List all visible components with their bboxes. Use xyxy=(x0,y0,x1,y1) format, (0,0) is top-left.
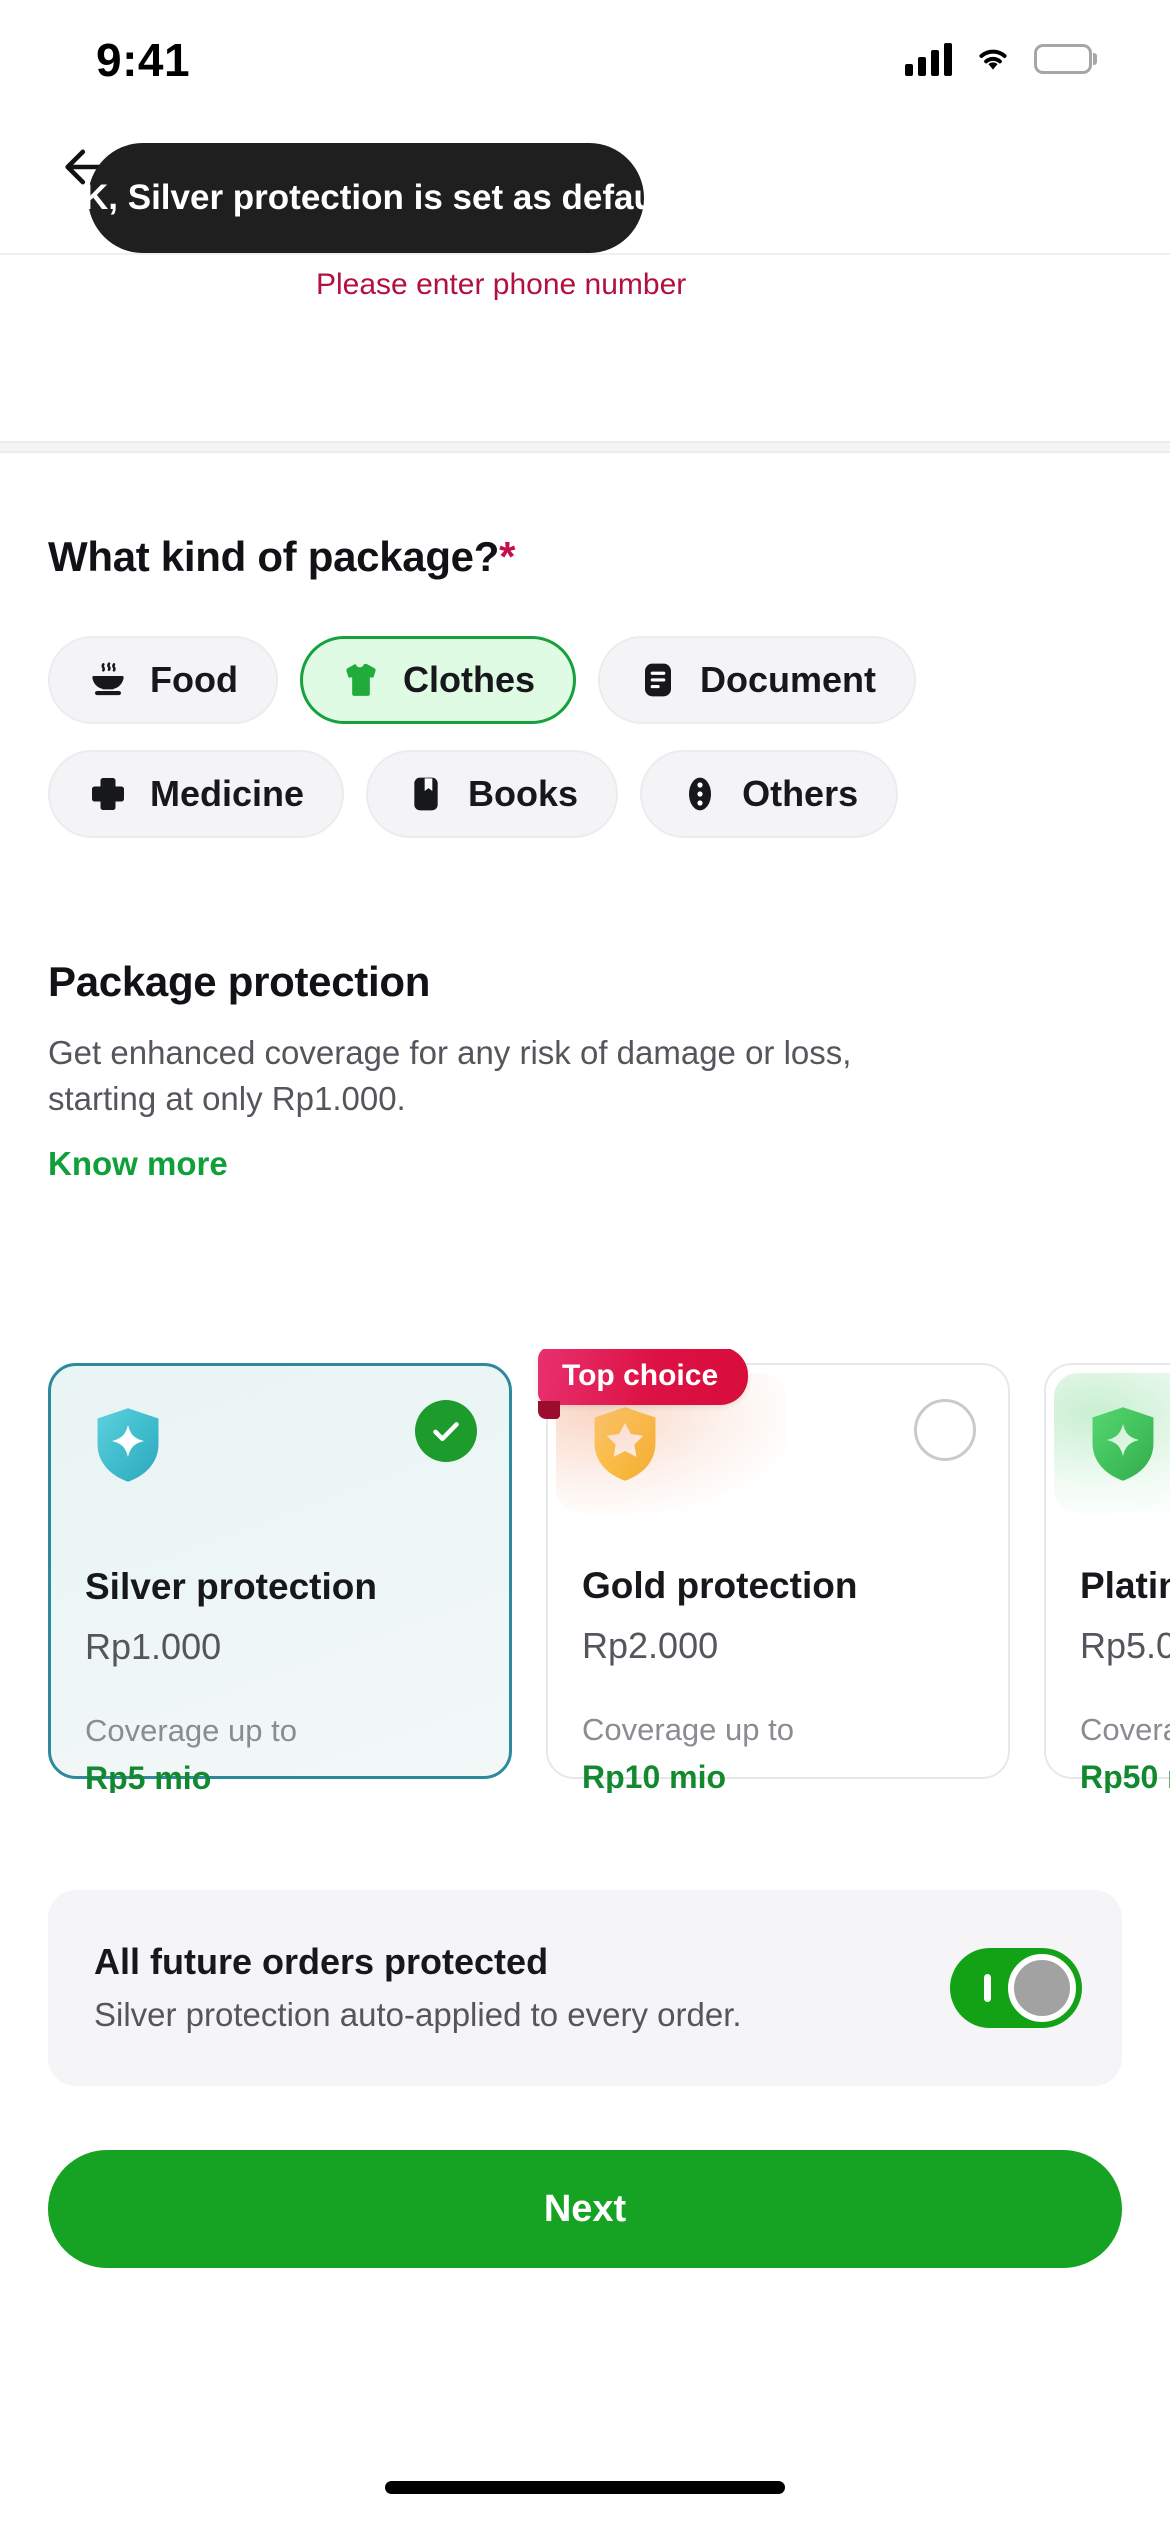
plan-coverage-value-silver: Rp5 mio xyxy=(85,1759,212,1793)
plan-card-silver[interactable]: Silver protection Rp1.000 Coverage up to… xyxy=(48,1363,512,1793)
future-orders-row: All future orders protected Silver prote… xyxy=(48,1890,1122,2086)
next-button[interactable]: Next xyxy=(48,2150,1122,2268)
chip-food-label: Food xyxy=(150,658,238,700)
plan-name-silver: Silver protection xyxy=(85,1566,377,1607)
toggle-on-indicator xyxy=(984,1974,991,2002)
chip-clothes-label: Clothes xyxy=(402,658,535,700)
plan-price-silver: Rp1.000 xyxy=(85,1625,222,1667)
package-protection-section: Package protection Get enhanced coverage… xyxy=(48,958,1122,1184)
check-icon xyxy=(433,1422,459,1442)
plan-radio-silver[interactable] xyxy=(415,1400,477,1462)
package-protection-title: Package protection xyxy=(48,957,431,1005)
chip-books-label: Books xyxy=(468,772,579,814)
phone-screen: 9:41 OK, Silver protection is set as def… xyxy=(0,0,1170,2532)
chip-medicine-label: Medicine xyxy=(150,772,305,814)
toast-message: OK, Silver protection is set as default xyxy=(55,178,677,217)
plan-coverage-label-gold: Coverage up to xyxy=(582,1711,794,1747)
toggle-knob xyxy=(1008,1954,1076,2022)
wifi-icon xyxy=(972,41,1014,78)
future-orders-title: All future orders protected xyxy=(94,1941,549,1983)
protection-plans-carousel[interactable]: Silver protection Rp1.000 Coverage up to… xyxy=(0,1349,1170,1793)
medical-cross-icon xyxy=(88,774,128,814)
plan-coverage-value-gold: Rp10 mio xyxy=(582,1758,727,1793)
plan-radio-gold[interactable] xyxy=(914,1399,976,1461)
package-type-title-text: What kind of package? xyxy=(48,533,500,580)
document-icon xyxy=(638,660,678,700)
plan-coverage-label-silver: Coverage up to xyxy=(85,1712,297,1748)
plan-name-gold: Gold protection xyxy=(582,1565,858,1606)
plan-coverage-label-platinum: Coverage up to xyxy=(1080,1711,1170,1747)
phone-field-row: Please enter phone number xyxy=(0,253,1170,341)
status-bar: 9:41 xyxy=(0,0,1170,112)
chip-clothes[interactable]: Clothes xyxy=(299,635,576,724)
future-orders-subtitle: Silver protection auto-applied to every … xyxy=(94,1996,742,2034)
chip-document-label: Document xyxy=(699,658,876,700)
chip-others-label: Others xyxy=(742,772,859,814)
package-type-chip-group: Food Clothes Document Medicine Books Oth… xyxy=(48,635,1122,838)
main-content: What kind of package?* Food Clothes Docu… xyxy=(0,453,1170,1184)
protection-plans-row: Silver protection Rp1.000 Coverage up to… xyxy=(48,1349,1170,1793)
chip-others[interactable]: Others xyxy=(640,749,899,838)
plan-card-platinum[interactable]: Platinum protection Rp5.000 Coverage up … xyxy=(1044,1363,1170,1793)
status-icons xyxy=(905,35,1092,78)
gold-shield-star-icon xyxy=(594,1407,656,1481)
book-icon xyxy=(406,774,446,814)
section-divider xyxy=(0,441,1170,453)
top-choice-badge-label: Top choice xyxy=(562,1359,719,1392)
top-choice-badge: Top choice xyxy=(538,1349,749,1419)
battery-full-icon xyxy=(1034,44,1092,74)
platinum-shield-icon xyxy=(1092,1407,1154,1481)
chip-food[interactable]: Food xyxy=(48,635,278,724)
plan-card-gold[interactable]: Top choice Gold protection Rp2.000 Cover… xyxy=(538,1349,1010,1793)
chip-document[interactable]: Document xyxy=(597,635,916,724)
package-type-title: What kind of package?* xyxy=(48,531,1122,584)
required-marker: * xyxy=(499,533,516,580)
phone-error-text: Please enter phone number xyxy=(316,268,687,301)
plan-price-platinum: Rp5.000 xyxy=(1080,1624,1170,1666)
chip-books[interactable]: Books xyxy=(366,749,619,838)
know-more-link[interactable]: Know more xyxy=(48,1145,228,1183)
food-bowl-icon xyxy=(88,660,128,700)
tshirt-icon xyxy=(341,660,381,700)
future-orders-texts: All future orders protected Silver prote… xyxy=(94,1939,742,2037)
more-info-icon xyxy=(680,774,720,814)
package-protection-description: Get enhanced coverage for any risk of da… xyxy=(48,1033,852,1118)
silver-shield-icon xyxy=(97,1408,159,1482)
plan-coverage-value-platinum: Rp50 mio xyxy=(1080,1758,1170,1793)
plan-name-platinum: Platinum protection xyxy=(1080,1565,1170,1606)
next-button-label: Next xyxy=(543,2188,627,2230)
plan-price-gold: Rp2.000 xyxy=(582,1624,719,1666)
status-time: 9:41 xyxy=(96,34,191,86)
toast-notification: OK, Silver protection is set as default xyxy=(56,143,676,253)
chip-medicine[interactable]: Medicine xyxy=(48,749,345,838)
section-spacer xyxy=(0,341,1170,449)
future-orders-toggle[interactable] xyxy=(950,1948,1082,2028)
home-indicator xyxy=(385,2481,785,2494)
signal-bars-icon xyxy=(905,42,952,76)
